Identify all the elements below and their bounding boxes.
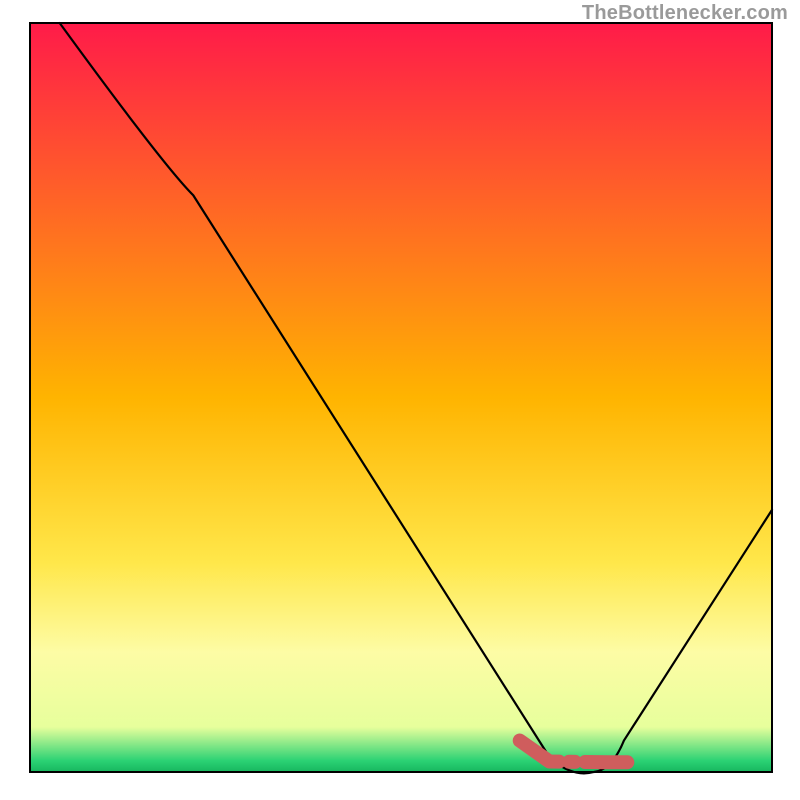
gradient-background — [30, 23, 772, 772]
chart-frame: TheBottlenecker.com — [0, 0, 800, 800]
plot-area — [30, 23, 772, 773]
bottleneck-chart — [0, 0, 800, 800]
